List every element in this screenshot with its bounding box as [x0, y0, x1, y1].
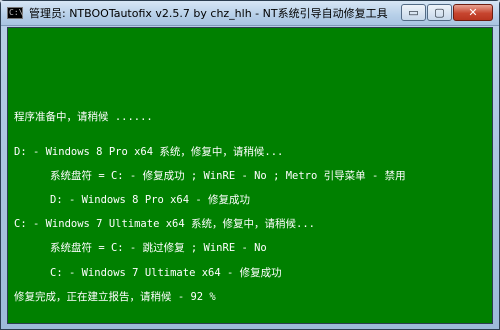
console-line-preparing: 程序准备中，请稍候 ......	[14, 111, 153, 123]
title-bar[interactable]: C:\ 管理员: NTBOOTautofix v2.5.7 by chz_hlh…	[1, 1, 499, 26]
minimize-button[interactable]: ▭	[401, 4, 426, 21]
console-line-d-repairing: D: - Windows 8 Pro x64 系统，修复中，请稍候...	[14, 146, 284, 158]
command-prompt-icon[interactable]: C:\	[7, 7, 23, 19]
window-title: 管理员: NTBOOTautofix v2.5.7 by chz_hlh - N…	[29, 7, 388, 20]
console-window: C:\ 管理员: NTBOOTautofix v2.5.7 by chz_hlh…	[0, 0, 500, 330]
console-line-d-success: D: - Windows 8 Pro x64 - 修复成功	[50, 194, 251, 206]
maximize-icon: ▢	[434, 6, 445, 19]
console-line-c-success: C: - Windows 7 Ultimate x64 - 修复成功	[50, 267, 282, 279]
close-button[interactable]: ✕	[453, 4, 493, 21]
console-line-d-details: 系统盘符 = C: - 修复成功 ; WinRE - No ; Metro 引导…	[50, 170, 406, 182]
maximize-button[interactable]: ▢	[427, 4, 452, 21]
close-icon: ✕	[468, 6, 478, 19]
console-line-progress: 修复完成，正在建立报告，请稍候 - 92 %	[14, 291, 216, 303]
window-controls: ▭ ▢ ✕	[401, 4, 493, 21]
minimize-icon: ▭	[408, 6, 419, 19]
console-output[interactable]: 程序准备中，请稍候 ...... D: - Windows 8 Pro x64 …	[7, 27, 493, 324]
console-line-c-details: 系统盘符 = C: - 跳过修复 ; WinRE - No	[50, 242, 267, 254]
console-line-c-repairing: C: - Windows 7 Ultimate x64 系统，修复中，请稍候..…	[14, 218, 315, 230]
